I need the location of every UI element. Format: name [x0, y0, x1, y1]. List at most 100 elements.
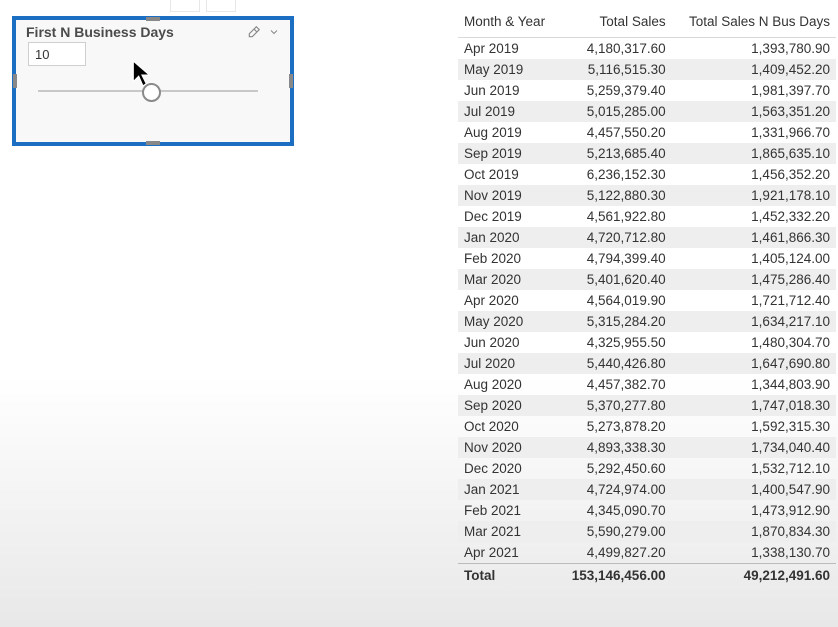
cell-month: Nov 2019	[458, 185, 558, 206]
cell-month: Sep 2020	[458, 395, 558, 416]
table-row: Oct 20205,273,878.201,592,315.30	[458, 416, 836, 437]
cell-month: Oct 2020	[458, 416, 558, 437]
first-n-days-input[interactable]	[28, 42, 86, 66]
table-row: Jan 20204,720,712.801,461,866.30	[458, 227, 836, 248]
cell-sales: 4,499,827.20	[558, 542, 672, 564]
resize-handle-top[interactable]	[146, 17, 160, 21]
slider-thumb[interactable]	[142, 83, 161, 102]
table-row: Dec 20194,561,922.801,452,332.20	[458, 206, 836, 227]
cell-sales: 5,440,426.80	[558, 353, 672, 374]
table-row: May 20195,116,515.301,409,452.20	[458, 59, 836, 80]
cell-month: Nov 2020	[458, 437, 558, 458]
cell-sales: 5,315,284.20	[558, 311, 672, 332]
table-row: Jun 20204,325,955.501,480,304.70	[458, 332, 836, 353]
table-header-row: Month & Year Total Sales Total Sales N B…	[458, 10, 836, 38]
table-row: Apr 20204,564,019.901,721,712.40	[458, 290, 836, 311]
table-row: Aug 20194,457,550.201,331,966.70	[458, 122, 836, 143]
cell-month: Dec 2019	[458, 206, 558, 227]
cell-sales: 5,273,878.20	[558, 416, 672, 437]
table-row: Feb 20214,345,090.701,473,912.90	[458, 500, 836, 521]
table-row: Oct 20196,236,152.301,456,352.20	[458, 164, 836, 185]
table-row: Sep 20195,213,685.401,865,635.10	[458, 143, 836, 164]
total-sales: 153,146,456.00	[558, 564, 672, 587]
table-row: Jun 20195,259,379.401,981,397.70	[458, 80, 836, 101]
table-row: May 20205,315,284.201,634,217.10	[458, 311, 836, 332]
cell-sales: 5,015,285.00	[558, 101, 672, 122]
table-row: Nov 20195,122,880.301,921,178.10	[458, 185, 836, 206]
cell-busdays: 1,563,351.20	[672, 101, 836, 122]
cell-busdays: 1,592,315.30	[672, 416, 836, 437]
table-row: Mar 20215,590,279.001,870,834.30	[458, 521, 836, 542]
cell-month: Feb 2020	[458, 248, 558, 269]
cell-busdays: 1,734,040.40	[672, 437, 836, 458]
cell-sales: 4,457,550.20	[558, 122, 672, 143]
cell-month: Dec 2020	[458, 458, 558, 479]
cell-busdays: 1,409,452.20	[672, 59, 836, 80]
cell-sales: 4,325,955.50	[558, 332, 672, 353]
cell-sales: 5,122,880.30	[558, 185, 672, 206]
cell-month: Jun 2019	[458, 80, 558, 101]
cell-sales: 4,564,019.90	[558, 290, 672, 311]
cell-busdays: 1,532,712.10	[672, 458, 836, 479]
col-bus-days[interactable]: Total Sales N Bus Days	[672, 10, 836, 38]
table-row: Dec 20205,292,450.601,532,712.10	[458, 458, 836, 479]
cell-month: May 2019	[458, 59, 558, 80]
cell-sales: 4,457,382.70	[558, 374, 672, 395]
table-row: Jul 20195,015,285.001,563,351.20	[458, 101, 836, 122]
cell-busdays: 1,331,966.70	[672, 122, 836, 143]
cell-sales: 5,590,279.00	[558, 521, 672, 542]
eraser-icon[interactable]	[246, 24, 262, 40]
cell-busdays: 1,338,130.70	[672, 542, 836, 564]
cell-sales: 4,561,922.80	[558, 206, 672, 227]
resize-handle-right[interactable]	[289, 74, 293, 88]
cell-busdays: 1,747,018.30	[672, 395, 836, 416]
table-row: Nov 20204,893,338.301,734,040.40	[458, 437, 836, 458]
cell-busdays: 1,461,866.30	[672, 227, 836, 248]
cell-busdays: 1,721,712.40	[672, 290, 836, 311]
cell-month: Jun 2020	[458, 332, 558, 353]
cell-busdays: 1,456,352.20	[672, 164, 836, 185]
table-row: Apr 20194,180,317.601,393,780.90	[458, 38, 836, 60]
cell-sales: 4,345,090.70	[558, 500, 672, 521]
chevron-down-icon[interactable]	[266, 24, 282, 40]
cell-month: Jan 2020	[458, 227, 558, 248]
cell-busdays: 1,405,124.00	[672, 248, 836, 269]
resize-handle-bottom[interactable]	[146, 141, 160, 145]
cell-sales: 5,401,620.40	[558, 269, 672, 290]
cell-month: Sep 2019	[458, 143, 558, 164]
col-total-sales[interactable]: Total Sales	[558, 10, 672, 38]
slider[interactable]	[28, 90, 278, 92]
cell-busdays: 1,393,780.90	[672, 38, 836, 60]
cell-sales: 4,720,712.80	[558, 227, 672, 248]
table-row: Sep 20205,370,277.801,747,018.30	[458, 395, 836, 416]
resize-handle-left[interactable]	[13, 74, 17, 88]
cell-month: Aug 2019	[458, 122, 558, 143]
cell-busdays: 1,870,834.30	[672, 521, 836, 542]
table-row: Jan 20214,724,974.001,400,547.90	[458, 479, 836, 500]
cell-month: Apr 2020	[458, 290, 558, 311]
slider-track[interactable]	[38, 90, 258, 92]
cell-sales: 4,724,974.00	[558, 479, 672, 500]
cell-busdays: 1,981,397.70	[672, 80, 836, 101]
table-row: Aug 20204,457,382.701,344,803.90	[458, 374, 836, 395]
cell-sales: 5,116,515.30	[558, 59, 672, 80]
ghost-toolbar-2	[206, 0, 236, 12]
cell-busdays: 1,480,304.70	[672, 332, 836, 353]
cell-month: May 2020	[458, 311, 558, 332]
cell-month: Aug 2020	[458, 374, 558, 395]
col-month[interactable]: Month & Year	[458, 10, 558, 38]
cell-sales: 5,292,450.60	[558, 458, 672, 479]
cell-busdays: 1,344,803.90	[672, 374, 836, 395]
table-row: Jul 20205,440,426.801,647,690.80	[458, 353, 836, 374]
cell-month: Apr 2019	[458, 38, 558, 60]
cell-month: Mar 2021	[458, 521, 558, 542]
cell-busdays: 1,921,178.10	[672, 185, 836, 206]
slicer-header: First N Business Days	[16, 20, 290, 42]
cell-busdays: 1,473,912.90	[672, 500, 836, 521]
cell-sales: 4,794,399.40	[558, 248, 672, 269]
cell-month: Jul 2020	[458, 353, 558, 374]
cell-busdays: 1,452,332.20	[672, 206, 836, 227]
cell-month: Oct 2019	[458, 164, 558, 185]
slicer-card[interactable]: First N Business Days	[12, 16, 294, 146]
cell-busdays: 1,634,217.10	[672, 311, 836, 332]
